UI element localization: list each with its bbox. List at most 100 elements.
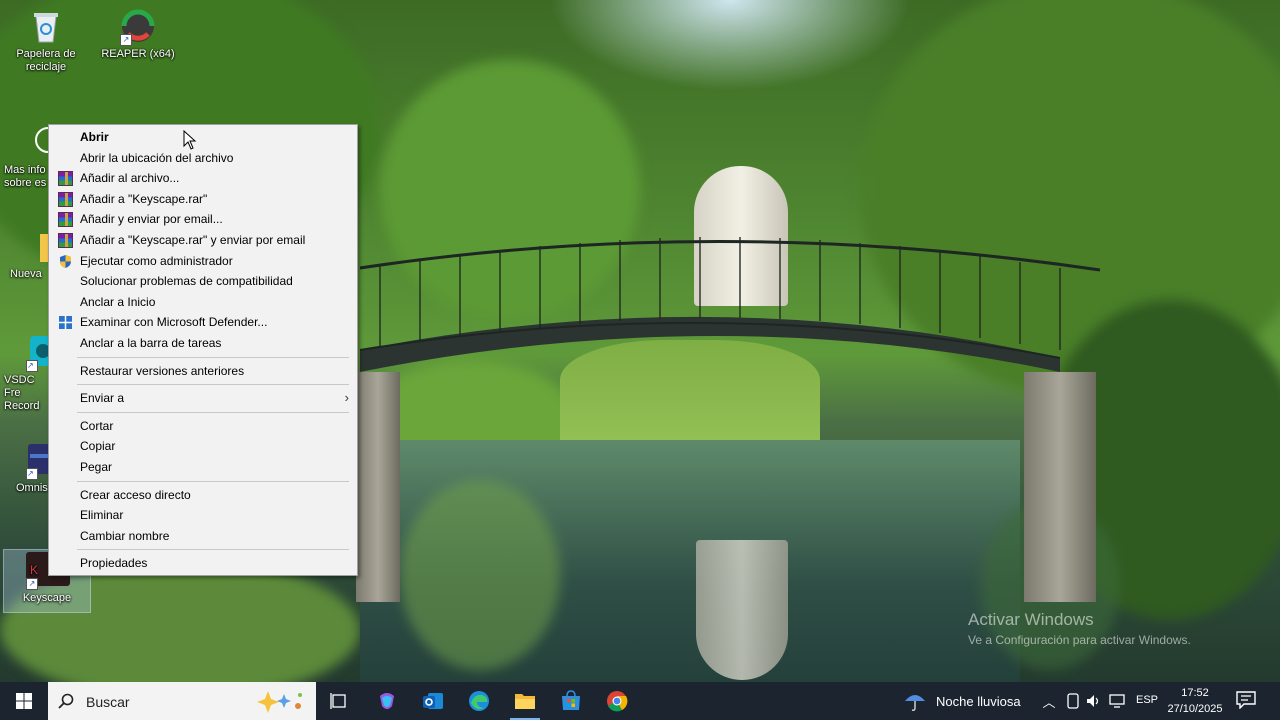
menu-item-pin-taskbar[interactable]: Anclar a la barra de tareas	[49, 333, 357, 354]
outlook-button[interactable]	[410, 682, 456, 720]
chrome-button[interactable]	[594, 682, 640, 720]
search-input[interactable]	[84, 691, 248, 713]
watermark-subtitle: Ve a Configuración para activar Windows.	[968, 633, 1191, 647]
menu-item-label: Anclar a Inicio	[80, 294, 156, 309]
recycle-bin-icon	[28, 8, 64, 44]
menu-item-run-admin[interactable]: Ejecutar como administrador	[49, 251, 357, 272]
file-explorer-icon	[515, 694, 535, 709]
desktop-icon-label: VSDC Fre Record	[4, 374, 40, 412]
volume-button[interactable]	[1085, 692, 1103, 710]
menu-item-label: Añadir a "Keyscape.rar"	[80, 191, 208, 206]
reaper-icon: ↗	[120, 8, 156, 46]
shortcut-arrow-icon: ↗	[26, 578, 38, 590]
clock[interactable]: 17:52 27/10/2025	[1162, 685, 1228, 717]
chevron-right-icon: ›	[344, 390, 349, 406]
menu-item-label: Enviar a	[80, 391, 125, 406]
search-highlight-icon	[257, 691, 302, 713]
menu-item-label: Restaurar versiones anteriores	[80, 363, 245, 378]
language-indicator[interactable]: ESP	[1136, 694, 1158, 706]
network-icon	[1109, 694, 1125, 708]
outlook-icon	[423, 693, 443, 709]
start-button[interactable]	[0, 682, 48, 720]
menu-item-label: Ejecutar como administrador	[80, 253, 233, 268]
desktop-icon-label: Papelera de reciclaje	[16, 48, 76, 73]
menu-item-label: Añadir al archivo...	[80, 171, 180, 186]
winrar-icon	[58, 191, 73, 207]
taskbar: Noche lluviosa ︿ ESP 17:52 27/10/2025	[0, 682, 1280, 720]
menu-item-copy[interactable]: Copiar	[49, 436, 357, 457]
store-icon	[562, 690, 580, 710]
notification-center-button[interactable]	[1236, 691, 1258, 711]
menu-separator	[77, 549, 349, 551]
windows-logo-icon	[16, 693, 32, 709]
menu-item-label: Abrir la ubicación del archivo	[80, 150, 234, 165]
task-view-button[interactable]	[316, 682, 362, 720]
menu-item-properties[interactable]: Propiedades	[49, 553, 357, 574]
menu-item-add-rar[interactable]: Añadir a "Keyscape.rar"	[49, 189, 357, 210]
menu-item-label: Cambiar nombre	[80, 528, 170, 543]
shortcut-arrow-icon: ↗	[26, 360, 38, 372]
mouse-cursor-icon	[183, 130, 197, 150]
svg-text:K: K	[30, 563, 38, 577]
uac-shield-icon	[58, 254, 73, 269]
usb-device-icon	[1067, 693, 1079, 709]
menu-item-defender[interactable]: Examinar con Microsoft Defender...	[49, 312, 357, 333]
menu-item-add-email[interactable]: Añadir y enviar por email...	[49, 209, 357, 230]
menu-item-label: Eliminar	[80, 508, 124, 523]
winrar-icon	[58, 212, 73, 228]
menu-item-create-shortcut[interactable]: Crear acceso directo	[49, 485, 357, 506]
store-button[interactable]	[548, 682, 594, 720]
weather-widget[interactable]: Noche lluviosa	[902, 682, 1021, 720]
edge-icon	[469, 691, 489, 711]
file-explorer-button[interactable]	[502, 682, 548, 720]
clock-date: 27/10/2025	[1167, 703, 1223, 715]
menu-item-label: Propiedades	[80, 556, 148, 571]
menu-item-pin-start[interactable]: Anclar a Inicio	[49, 292, 357, 313]
weather-text: Noche lluviosa	[936, 693, 1021, 709]
show-hidden-icons-button[interactable]: ︿	[1040, 692, 1058, 710]
desktop-icon-recycle-bin[interactable]: Papelera de reciclaje	[8, 8, 84, 74]
menu-item-label: Solucionar problemas de compatibilidad	[80, 274, 293, 289]
menu-separator	[77, 356, 349, 358]
menu-item-send-to[interactable]: Enviar a ›	[49, 388, 357, 409]
menu-item-troubleshoot[interactable]: Solucionar problemas de compatibilidad	[49, 271, 357, 292]
menu-item-label: Añadir y enviar por email...	[80, 212, 223, 227]
menu-item-add-rar-email[interactable]: Añadir a "Keyscape.rar" y enviar por ema…	[49, 230, 357, 251]
menu-item-add-archive[interactable]: Añadir al archivo...	[49, 168, 357, 189]
edge-button[interactable]	[456, 682, 502, 720]
copilot-button[interactable]	[364, 682, 410, 720]
copilot-icon	[380, 693, 394, 709]
menu-item-cut[interactable]: Cortar	[49, 416, 357, 437]
desktop-icon-label: REAPER (x64)	[101, 48, 175, 60]
menu-item-label: Añadir a "Keyscape.rar" y enviar por ema…	[80, 232, 306, 247]
chrome-icon	[607, 691, 628, 712]
menu-item-restore[interactable]: Restaurar versiones anteriores	[49, 361, 357, 382]
chevron-up-icon: ︿	[1042, 694, 1056, 710]
desktop-icon-reaper[interactable]: ↗ REAPER (x64)	[100, 8, 176, 61]
desktop-icon-label: Mas info sobre es	[4, 164, 47, 189]
menu-item-label: Copiar	[80, 439, 116, 454]
search-icon	[58, 693, 74, 709]
menu-item-delete[interactable]: Eliminar	[49, 505, 357, 526]
menu-item-paste[interactable]: Pegar	[49, 457, 357, 478]
menu-item-label: Anclar a la barra de tareas	[80, 335, 222, 350]
winrar-icon	[58, 232, 73, 248]
umbrella-rain-icon	[905, 695, 925, 711]
menu-item-label: Abrir	[80, 130, 109, 144]
watermark-title: Activar Windows	[968, 610, 1094, 629]
taskbar-search-box[interactable]	[48, 682, 316, 720]
tray-device-button[interactable]	[1064, 692, 1082, 710]
network-button[interactable]	[1108, 692, 1126, 710]
task-view-icon	[330, 693, 346, 709]
defender-icon	[58, 315, 73, 330]
menu-item-open-location[interactable]: Abrir la ubicación del archivo	[49, 148, 357, 169]
menu-item-label: Cortar	[80, 418, 114, 433]
desktop-icon-info[interactable]: Mas info sobre es	[0, 124, 61, 190]
clock-time: 17:52	[1181, 687, 1209, 699]
shortcut-arrow-icon: ↗	[26, 468, 38, 480]
desktop-icon-vsdc[interactable]: ↗ VSDC Fre Record	[0, 334, 56, 413]
menu-item-rename[interactable]: Cambiar nombre	[49, 526, 357, 547]
context-menu: Abrir Abrir la ubicación del archivo Aña…	[48, 124, 358, 576]
menu-item-open[interactable]: Abrir	[49, 127, 357, 148]
winrar-icon	[58, 171, 73, 187]
